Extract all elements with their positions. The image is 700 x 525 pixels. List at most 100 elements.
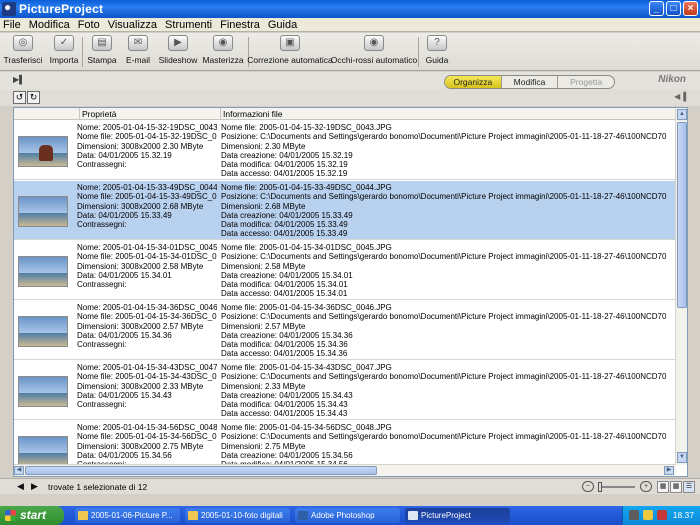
start-button[interactable]: start <box>0 506 64 525</box>
thumbnail-sea <box>19 392 67 406</box>
panel-toggle-icon[interactable]: ▶▌ <box>13 75 25 84</box>
scroll-left-button[interactable]: ◀ <box>14 466 24 475</box>
tray-volume-icon[interactable] <box>643 510 653 520</box>
file-info-line: Data modifica: 04/01/2005 15.34.43 <box>221 400 348 410</box>
file-info-line: Posizione: C:\Documents and Settings\ger… <box>221 312 667 322</box>
menu-visualizza[interactable]: Visualizza <box>108 19 157 31</box>
large-grid-view-icon[interactable]: ▦ <box>670 481 682 493</box>
scroll-up-button[interactable]: ▲ <box>677 109 687 120</box>
slideshow-button[interactable]: ▶ Slideshow <box>154 35 202 65</box>
photo-thumbnail[interactable] <box>18 376 68 407</box>
minimize-button[interactable]: _ <box>649 1 664 16</box>
property-line: Data: 04/01/2005 15.34.36 <box>77 330 172 340</box>
file-info-line: Nome file: 2005-01-04-15-34-43DSC_0047.J… <box>221 363 392 372</box>
zoom-out-icon[interactable]: − <box>582 481 594 492</box>
menu-strumenti[interactable]: Strumenti <box>165 19 212 31</box>
rotate-bar: ↺ ↻ ◀▐ <box>0 89 700 106</box>
file-info-line: Dimensioni: 2.75 MByte <box>221 441 306 451</box>
scroll-down-button[interactable]: ▼ <box>677 452 687 463</box>
property-line: Nome: 2005-01-04-15-34-56DSC_0048 <box>77 423 217 432</box>
tray-security-icon[interactable] <box>657 510 667 520</box>
photo-list-panel: Proprietà Informazioni file Nome: 2005-0… <box>13 107 688 477</box>
photo-row[interactable]: Nome: 2005-01-04-15-34-36DSC_0046 Nome fi… <box>14 301 676 360</box>
tab-organizza[interactable]: Organizza <box>445 76 502 88</box>
column-file-info[interactable]: Informazioni file <box>220 108 283 120</box>
file-info-line: Dimensioni: 2.30 MByte <box>221 141 306 151</box>
auto-correct-button[interactable]: ▣ Correzione automatica <box>247 35 333 65</box>
auto-correct-icon: ▣ <box>280 35 300 51</box>
property-line: Dimensioni: 3008x2000 2.57 MByte <box>77 321 204 331</box>
prev-arrow-icon[interactable]: ◀ <box>17 481 24 492</box>
task-picture-project-folder[interactable]: 2005-01-06-Picture P... <box>75 508 180 523</box>
file-info-line: Dimensioni: 2.57 MByte <box>221 321 306 331</box>
maximize-button[interactable]: □ <box>666 1 681 16</box>
file-info-line: Dimensioni: 2.68 MByte <box>221 201 306 211</box>
horizontal-scrollbar[interactable]: ◀ ▶ <box>14 464 676 476</box>
app-icon <box>2 2 16 16</box>
close-button[interactable]: × <box>683 1 698 16</box>
status-bar: ◀ ▶ trovate 1 selezionate di 12 − + ▦ ▦ … <box>0 478 700 494</box>
toolbar-label: Guida <box>425 55 449 65</box>
menu-guida[interactable]: Guida <box>268 19 297 31</box>
photo-thumbnail[interactable] <box>18 136 68 167</box>
menu-foto[interactable]: Foto <box>78 19 100 31</box>
photo-row[interactable]: Nome: 2005-01-04-15-33-49DSC_0044 Nome fi… <box>14 181 676 240</box>
tray-network-icon[interactable] <box>629 510 639 520</box>
properties-cell: Nome: 2005-01-04-15-33-49DSC_0044 Nome fi… <box>77 183 217 229</box>
toolbar-label: Masterizza <box>202 55 244 65</box>
thumbnail-size-slider[interactable] <box>599 486 635 488</box>
property-line: Nome file: 2005-01-04-15-34-56DSC_00... <box>77 432 217 442</box>
photo-thumbnail[interactable] <box>18 256 68 287</box>
property-line: Nome file: 2005-01-04-15-34-43DSC_00... <box>77 372 217 382</box>
column-properties[interactable]: Proprietà <box>79 108 219 120</box>
file-info-line: Nome file: 2005-01-04-15-34-36DSC_0046.J… <box>221 303 392 312</box>
grid-view-icon[interactable]: ▦ <box>657 481 669 493</box>
scroll-right-button[interactable]: ▶ <box>664 466 674 475</box>
properties-cell: Nome: 2005-01-04-15-32-19DSC_0043 Nome fi… <box>77 123 217 169</box>
task-photoshop[interactable]: Adobe Photoshop <box>295 508 400 523</box>
photo-thumbnail[interactable] <box>18 436 68 465</box>
tab-modifica[interactable]: Modifica <box>502 76 559 88</box>
file-info-cell: Nome file: 2005-01-04-15-34-56DSC_0048.J… <box>221 423 673 465</box>
property-line: Contrassegni: <box>77 340 127 350</box>
tab-progetta[interactable]: Progetta <box>558 76 614 88</box>
file-info-line: Data creazione: 04/01/2005 15.34.56 <box>221 450 353 460</box>
horizontal-scroll-thumb[interactable] <box>25 466 377 475</box>
next-arrow-icon[interactable]: ▶ <box>31 481 38 492</box>
file-info-line: Posizione: C:\Documents and Settings\ger… <box>221 252 667 262</box>
vertical-scroll-thumb[interactable] <box>677 122 687 308</box>
help-button[interactable]: ? Guida <box>413 35 461 65</box>
menu-finestra[interactable]: Finestra <box>220 19 260 31</box>
property-line: Nome: 2005-01-04-15-33-49DSC_0044 <box>77 183 217 192</box>
photo-thumbnail[interactable] <box>18 196 68 227</box>
rotate-left-icon[interactable]: ↺ <box>13 91 26 104</box>
vertical-scrollbar[interactable]: ▲ ▼ <box>675 108 687 465</box>
rotate-right-icon[interactable]: ↻ <box>27 91 40 104</box>
slider-knob[interactable] <box>598 482 602 492</box>
thumbnail-sky <box>19 317 67 333</box>
red-eye-button[interactable]: ◉ Occhi-rossi automatico <box>330 35 418 65</box>
burn-button[interactable]: ◉ Masterizza <box>199 35 247 65</box>
property-line: Nome file: 2005-01-04-15-33-49DSC_00... <box>77 192 217 202</box>
task-label: 2005-01-10-foto digitali <box>201 511 283 520</box>
folder-icon <box>78 511 88 520</box>
list-view-icon[interactable]: ☰ <box>683 481 695 493</box>
toolbar-label: Occhi-rossi automatico <box>330 55 418 65</box>
photo-row[interactable]: Nome: 2005-01-04-15-34-56DSC_0048 Nome fi… <box>14 421 676 465</box>
photo-row[interactable]: Nome: 2005-01-04-15-34-01DSC_0045 Nome fi… <box>14 241 676 300</box>
column-header: Proprietà Informazioni file <box>14 108 676 120</box>
photoshop-icon <box>298 511 308 520</box>
menu-file[interactable]: File <box>3 19 21 31</box>
properties-cell: Nome: 2005-01-04-15-34-43DSC_0047 Nome fi… <box>77 363 217 409</box>
task-pictureproject[interactable]: PictureProject <box>405 508 510 523</box>
photo-row[interactable]: Nome: 2005-01-04-15-32-19DSC_0043 Nome fi… <box>14 121 676 180</box>
zoom-in-icon[interactable]: + <box>640 481 652 492</box>
collapse-arrow-icon[interactable]: ◀▐ <box>674 92 686 101</box>
property-line: Nome file: 2005-01-04-15-34-36DSC_00... <box>77 312 217 322</box>
menu-modifica[interactable]: Modifica <box>29 19 70 31</box>
title-bar: PictureProject _ □ × <box>0 0 700 18</box>
photo-thumbnail[interactable] <box>18 316 68 347</box>
windows-logo-icon <box>5 510 16 521</box>
task-foto-digitali-folder[interactable]: 2005-01-10-foto digitali <box>185 508 290 523</box>
photo-row[interactable]: Nome: 2005-01-04-15-34-43DSC_0047 Nome fi… <box>14 361 676 420</box>
